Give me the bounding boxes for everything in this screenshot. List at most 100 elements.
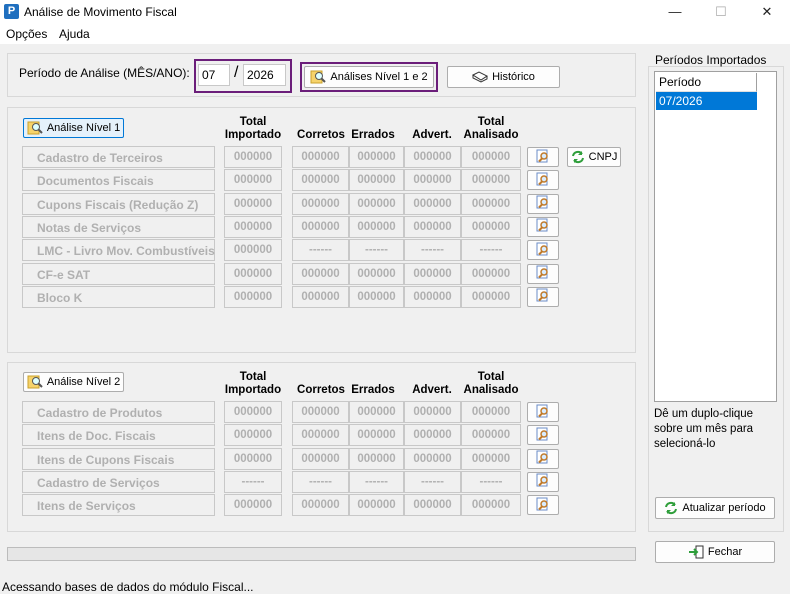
cell-correct: 000000 [292,262,349,285]
detail-button[interactable] [527,147,559,167]
detail-button[interactable] [527,425,559,446]
close-window-button[interactable]: ✕ [744,0,790,24]
row-label: Notas de Serviços [22,215,215,238]
history-button-label: Histórico [492,71,535,83]
row-label: Bloco K [22,285,215,308]
cell-warnings: 000000 [404,262,461,285]
cell-analyzed: 000000 [461,285,521,308]
cell-total: ------ [224,470,282,493]
row-label: Cadastro de Serviços [22,470,215,493]
cell-correct: 000000 [292,401,349,423]
periods-column-header[interactable]: Período [656,73,757,92]
period-row-selected[interactable]: 07/2026 [656,92,757,110]
document-search-icon [536,450,550,467]
cell-total: 000000 [224,424,282,447]
cell-correct: 000000 [292,424,349,447]
magnifier-icon [27,121,43,135]
col2-errors: Errados [351,384,395,396]
cell-errors: 000000 [349,215,404,238]
cell-total: 000000 [224,239,282,262]
cell-analyzed: 000000 [461,401,521,423]
app-icon: P [4,4,19,19]
cell-warnings: 000000 [404,146,461,168]
cnpj-button[interactable]: CNPJ [567,147,621,167]
refresh-period-label: Atualizar período [682,502,766,514]
maximize-button[interactable]: ☐ [698,0,744,24]
cell-total: 000000 [224,447,282,470]
cell-analyzed: 000000 [461,169,521,192]
detail-button[interactable] [527,193,559,214]
cell-analyzed: ------ [461,470,521,493]
cell-errors: ------ [349,470,404,493]
cell-errors: 000000 [349,424,404,447]
document-search-icon [536,195,550,212]
cell-errors: 000000 [349,285,404,308]
document-search-icon [536,497,550,514]
document-search-icon [536,242,550,259]
level2-button[interactable]: Análise Nível 2 [23,372,124,392]
cell-total: 000000 [224,215,282,238]
level2-button-label: Análise Nível 2 [46,376,121,388]
refresh-period-button[interactable]: Atualizar período [655,497,775,519]
detail-button[interactable] [527,170,559,191]
magnifier-icon [27,375,43,389]
col2-correct: Corretos [297,384,345,396]
cell-total: 000000 [224,192,282,215]
cell-errors: 000000 [349,447,404,470]
detail-button[interactable] [527,263,559,284]
cell-analyzed: 000000 [461,215,521,238]
col2-warnings: Advert. [412,384,452,396]
menu-options[interactable]: Opções [6,27,47,41]
cell-warnings: 000000 [404,192,461,215]
level1-button[interactable]: Análise Nível 1 [23,118,124,138]
detail-button[interactable] [527,240,559,261]
detail-button[interactable] [527,471,559,492]
minimize-button[interactable]: — [652,0,698,24]
document-search-icon [536,265,550,282]
analyses-button-label: Análises Nível 1 e 2 [330,71,428,83]
col-correct: Corretos [297,129,345,141]
cell-total: 000000 [224,285,282,308]
menu-bar: Opções Ajuda [0,24,790,44]
document-search-icon [536,288,550,305]
cnpj-button-label: CNPJ [588,151,618,163]
row-label: Cadastro de Produtos [22,401,215,423]
close-button[interactable]: Fechar [655,541,775,563]
document-search-icon [536,427,550,444]
document-search-icon [536,473,550,490]
cell-errors: 000000 [349,192,404,215]
level1-button-label: Análise Nível 1 [46,122,121,134]
analyses-button[interactable]: Análises Nível 1 e 2 [304,66,434,88]
row-label: Itens de Doc. Fiscais [22,424,215,447]
document-search-icon [536,149,550,166]
cell-total: 000000 [224,146,282,168]
cell-analyzed: 000000 [461,447,521,470]
detail-button[interactable] [527,286,559,307]
cell-errors: 000000 [349,146,404,168]
detail-button[interactable] [527,402,559,422]
year-input[interactable]: 2026 [243,64,286,86]
exit-door-icon [688,545,704,559]
cell-correct: ------ [292,239,349,262]
window-title: Análise de Movimento Fiscal [24,5,177,19]
row-label: Cupons Fiscais (Redução Z) [22,192,215,215]
history-button[interactable]: Histórico [447,66,560,88]
detail-button[interactable] [527,216,559,237]
periods-list[interactable]: Período 07/2026 [654,71,777,402]
menu-help[interactable]: Ajuda [59,27,90,41]
detail-button[interactable] [527,448,559,469]
cell-analyzed: ------ [461,239,521,262]
document-search-icon [536,218,550,235]
cell-correct: 000000 [292,146,349,168]
cell-warnings: 000000 [404,401,461,423]
cell-warnings: 000000 [404,215,461,238]
cell-analyzed: 000000 [461,494,521,517]
cell-total: 000000 [224,401,282,423]
cell-total: 000000 [224,262,282,285]
cell-errors: ------ [349,239,404,262]
detail-button[interactable] [527,495,559,516]
cell-warnings: 000000 [404,424,461,447]
row-label: Cadastro de Terceiros [22,146,215,168]
imported-periods-title: Períodos Importados [655,53,767,67]
month-input[interactable]: 07 [198,64,230,86]
